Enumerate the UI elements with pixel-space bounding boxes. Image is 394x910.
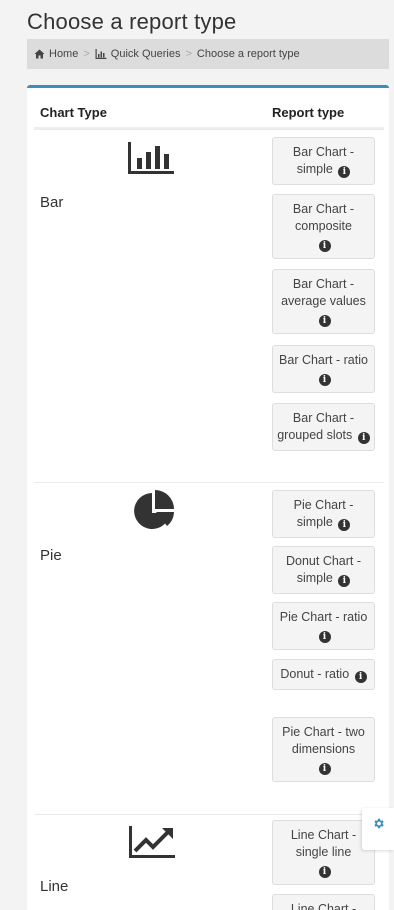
report-label: Bar Chart - composite xyxy=(292,202,355,233)
breadcrumb-quick-queries-label: Quick Queries xyxy=(110,48,181,60)
breadcrumb-quick-queries[interactable]: Quick Queries xyxy=(95,48,181,60)
chart-row-pie: Pie Pie Chart - simple i Donut Chart - s… xyxy=(34,482,384,814)
info-icon[interactable]: i xyxy=(318,631,331,643)
report-button-line-next[interactable]: Line Chart - xyxy=(272,894,375,910)
report-button-pie-simple[interactable]: Pie Chart - simple i xyxy=(272,490,375,538)
table-header: Chart Type Report type xyxy=(27,105,389,127)
info-icon[interactable]: i xyxy=(318,866,331,878)
report-label: Pie Chart - two dimensions xyxy=(282,725,365,756)
report-button-bar-composite[interactable]: Bar Chart - composite i xyxy=(272,194,375,259)
report-button-bar-grouped-slots[interactable]: Bar Chart - grouped slots i xyxy=(272,403,375,451)
gear-icon xyxy=(373,818,384,829)
chart-row-bar: Bar Bar Chart - simple i Bar Chart - com… xyxy=(34,129,384,482)
chart-name-bar: Bar xyxy=(40,194,64,211)
info-icon[interactable]: i xyxy=(338,575,351,587)
page-title: Choose a report type xyxy=(27,9,237,34)
report-button-bar-average-values[interactable]: Bar Chart - average values i xyxy=(272,269,375,334)
line-chart-icon xyxy=(129,826,175,858)
report-button-pie-ratio[interactable]: Pie Chart - ratio i xyxy=(272,602,375,650)
report-label: Bar Chart - grouped slots xyxy=(277,411,355,442)
header-chart-type: Chart Type xyxy=(40,105,107,120)
bar-chart-icon xyxy=(95,49,107,59)
breadcrumb-separator: > xyxy=(185,48,192,60)
info-icon[interactable]: i xyxy=(318,315,331,327)
report-label: Donut - ratio xyxy=(280,667,350,681)
report-label: Line Chart - single line xyxy=(290,828,357,859)
info-icon[interactable]: i xyxy=(318,763,331,775)
chart-name-pie: Pie xyxy=(40,547,62,564)
report-type-panel: Chart Type Report type Bar Bar Chart - s… xyxy=(27,85,389,910)
breadcrumb-separator: > xyxy=(83,48,90,60)
report-label: Pie Chart - ratio xyxy=(279,610,368,624)
report-button-line-single-line[interactable]: Line Chart - single line i xyxy=(272,820,375,885)
info-icon[interactable]: i xyxy=(338,166,351,178)
info-icon[interactable]: i xyxy=(318,240,331,252)
report-button-pie-two-dimensions[interactable]: Pie Chart - two dimensions i xyxy=(272,717,375,782)
info-icon[interactable]: i xyxy=(354,671,367,683)
info-icon[interactable]: i xyxy=(338,519,351,531)
home-icon xyxy=(34,49,45,59)
report-button-bar-simple[interactable]: Bar Chart - simple i xyxy=(272,137,375,185)
report-label: Bar Chart - ratio xyxy=(279,353,368,367)
report-button-donut-simple[interactable]: Donut Chart - simple i xyxy=(272,546,375,594)
header-report-type: Report type xyxy=(272,105,345,120)
info-icon[interactable]: i xyxy=(357,432,370,444)
report-label: Line Chart - xyxy=(290,902,357,910)
breadcrumb: Home > Quick Queries > Choose a report t… xyxy=(27,39,389,69)
bar-chart-icon xyxy=(128,142,174,174)
chart-name-line: Line xyxy=(40,878,69,895)
settings-toggle-button[interactable] xyxy=(362,808,394,850)
report-button-bar-ratio[interactable]: Bar Chart - ratio i xyxy=(272,345,375,393)
breadcrumb-current: Choose a report type xyxy=(196,48,300,60)
pie-chart-icon xyxy=(134,490,174,529)
breadcrumb-home[interactable]: Home xyxy=(34,48,78,60)
info-icon[interactable]: i xyxy=(318,374,331,386)
report-label: Bar Chart - average values xyxy=(281,277,366,308)
report-button-donut-ratio[interactable]: Donut - ratio i xyxy=(272,659,375,690)
chart-row-line: Line Line Chart - single line i Line Cha… xyxy=(34,814,384,910)
breadcrumb-home-label: Home xyxy=(49,48,79,60)
